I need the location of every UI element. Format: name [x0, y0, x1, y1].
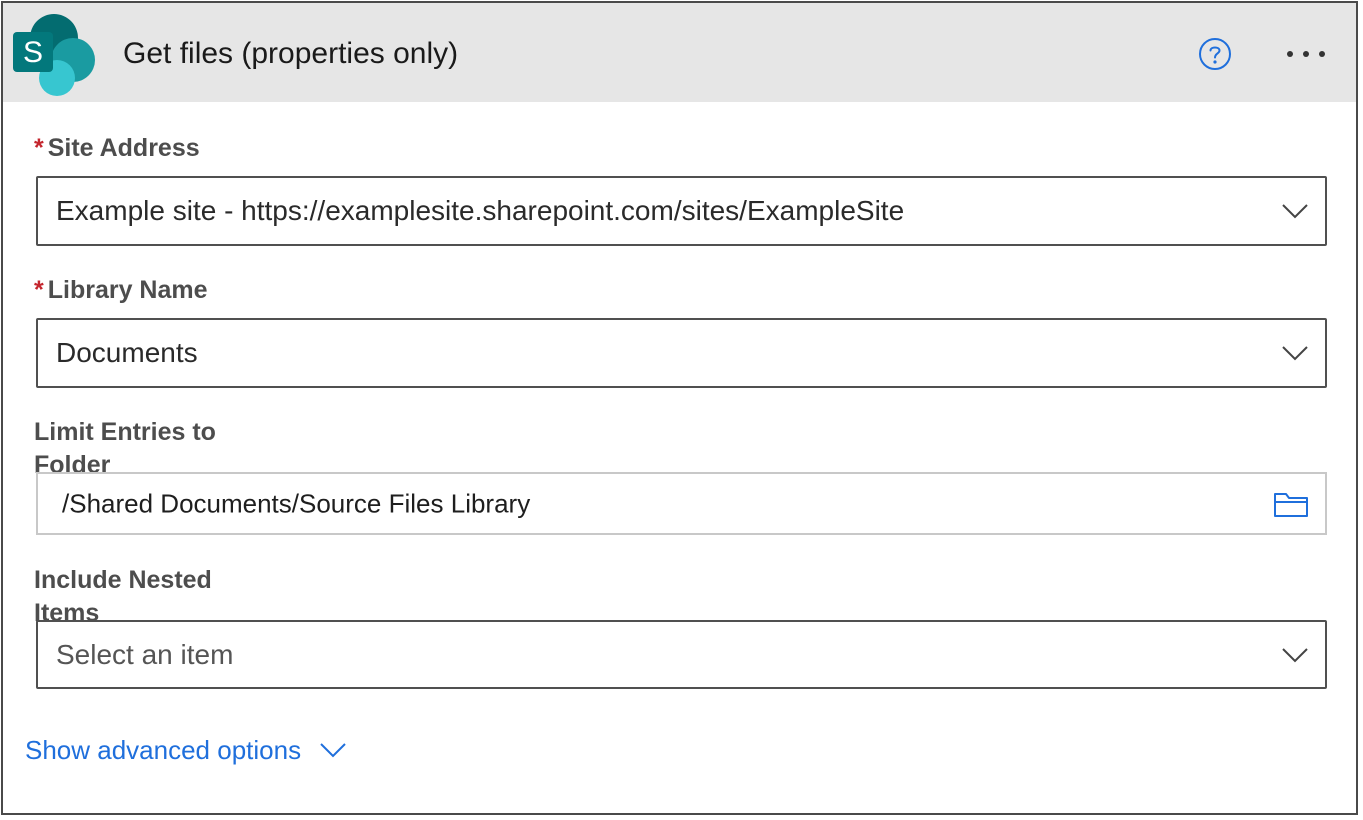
- chevron-down-icon: [320, 743, 346, 758]
- logo-letter: S: [23, 36, 43, 69]
- library-name-dropdown[interactable]: Documents: [36, 318, 1327, 388]
- ellipsis-icon[interactable]: [1281, 39, 1331, 69]
- site-address-label: * Site Address: [34, 132, 200, 165]
- action-header[interactable]: S Get files (properties only): [3, 3, 1356, 102]
- library-name-label: * Library Name: [34, 274, 208, 307]
- limit-folder-value: /Shared Documents/Source Files Library: [62, 488, 531, 518]
- chevron-down-icon[interactable]: [1281, 345, 1309, 361]
- site-address-value: Example site - https://examplesite.share…: [56, 195, 905, 226]
- include-nested-dropdown[interactable]: Select an item: [36, 620, 1327, 689]
- site-address-label-text: Site Address: [47, 134, 200, 162]
- library-name-label-text: Library Name: [47, 276, 208, 304]
- folder-icon[interactable]: [1273, 490, 1309, 518]
- include-nested-placeholder: Select an item: [56, 638, 234, 670]
- question-circle-icon[interactable]: [1198, 37, 1232, 71]
- required-mark: *: [34, 276, 44, 304]
- chevron-down-icon[interactable]: [1281, 647, 1309, 663]
- site-address-dropdown[interactable]: Example site - https://examplesite.share…: [36, 176, 1327, 246]
- library-name-value: Documents: [56, 337, 198, 368]
- include-nested-label: Include Nested Items: [34, 566, 212, 622]
- action-card: S Get files (properties only) * Site Addr…: [1, 1, 1358, 815]
- required-mark: *: [34, 134, 44, 162]
- sharepoint-logo-icon: S: [11, 14, 101, 98]
- limit-folder-label: Limit Entries to Folder: [34, 418, 216, 474]
- show-advanced-options-link[interactable]: Show advanced options: [25, 732, 347, 768]
- chevron-down-icon[interactable]: [1281, 203, 1309, 219]
- show-advanced-options-label: Show advanced options: [25, 735, 302, 765]
- action-title: Get files (properties only): [123, 37, 459, 70]
- limit-folder-input[interactable]: /Shared Documents/Source Files Library: [36, 472, 1327, 535]
